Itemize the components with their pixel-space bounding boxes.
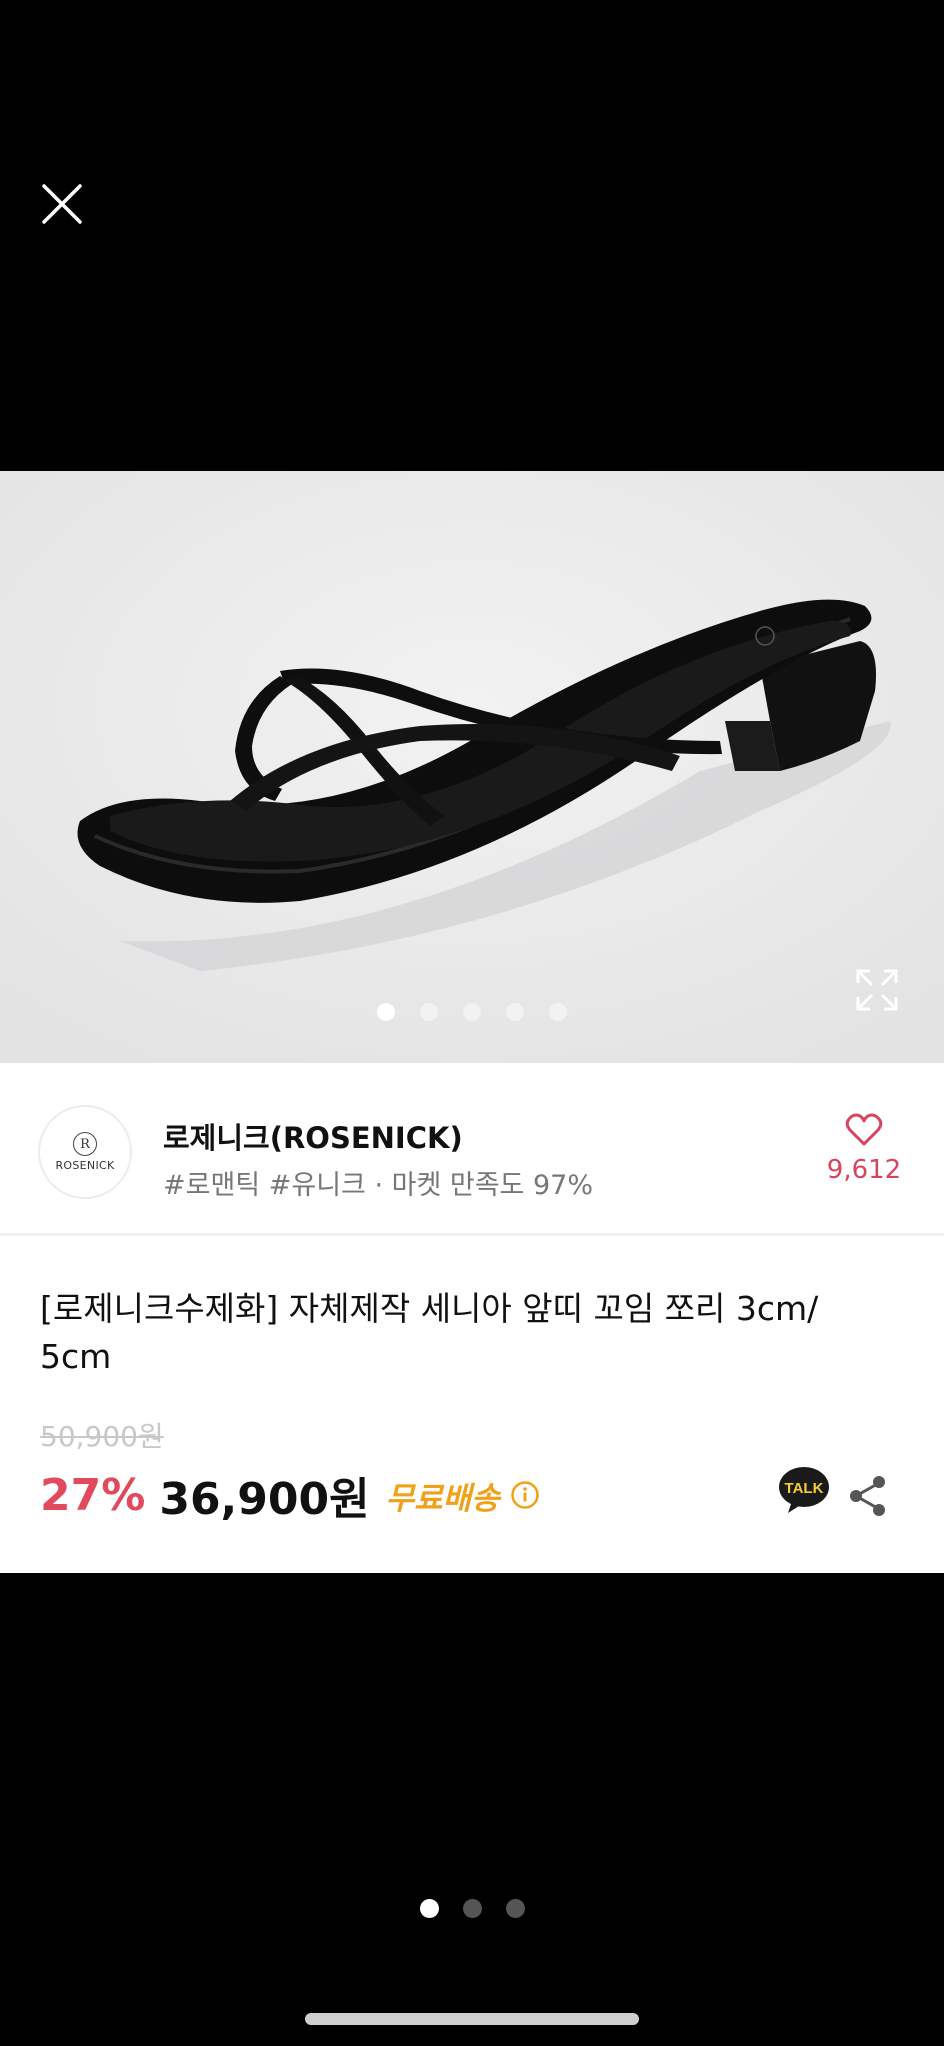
image-dot[interactable]: [377, 1003, 395, 1021]
page-dot[interactable]: [419, 1899, 439, 1918]
image-dot[interactable]: [463, 1003, 481, 1021]
product-info-card: R ROSENICK 로제니크(ROSENICK) #로맨틱 #유니크 · 마켓…: [0, 1063, 944, 1573]
store-logo-text: ROSENICK: [55, 1159, 115, 1172]
close-button[interactable]: [36, 178, 88, 230]
heart-outline-icon: [845, 1113, 883, 1146]
store-tags: #로맨틱 #유니크 · 마켓 만족도 97%: [163, 1170, 593, 1201]
home-indicator[interactable]: [305, 2013, 639, 2025]
price-row: 27% 36,900원 무료배송: [40, 1463, 540, 1527]
page-indicator: [0, 1899, 944, 1918]
free-shipping-label: 무료배송: [385, 1480, 500, 1517]
product-image-carousel[interactable]: [0, 471, 944, 1063]
like-button[interactable]: 9,612: [824, 1113, 904, 1185]
close-icon: [42, 184, 82, 224]
image-dot[interactable]: [420, 1003, 438, 1021]
store-logo-monogram: R: [73, 1132, 97, 1156]
store-name[interactable]: 로제니크(ROSENICK): [163, 1115, 463, 1157]
image-dot[interactable]: [549, 1003, 567, 1021]
like-count: 9,612: [826, 1155, 902, 1185]
image-dot[interactable]: [506, 1003, 524, 1021]
page-dot[interactable]: [462, 1899, 482, 1918]
sale-price: 36,900원: [159, 1474, 370, 1525]
original-price: 50,900원: [40, 1420, 164, 1453]
kakao-talk-button[interactable]: TALK: [778, 1465, 830, 1515]
product-photo: [0, 471, 944, 1063]
store-row[interactable]: R ROSENICK 로제니크(ROSENICK) #로맨틱 #유니크 · 마켓…: [0, 1063, 944, 1236]
page-dot[interactable]: [505, 1899, 525, 1918]
share-button[interactable]: [848, 1475, 888, 1517]
product-title: [로제니크수제화] 자체제작 세니아 앞띠 꼬임 쪼리 3cm/ 5cm: [40, 1289, 819, 1376]
store-logo[interactable]: R ROSENICK: [38, 1105, 132, 1199]
kakao-talk-icon: TALK: [779, 1467, 829, 1513]
talk-label: TALK: [785, 1480, 824, 1497]
image-carousel-dots: [0, 1003, 944, 1021]
info-icon[interactable]: [510, 1480, 540, 1510]
share-icon: [850, 1476, 885, 1516]
discount-rate: 27%: [40, 1469, 146, 1521]
